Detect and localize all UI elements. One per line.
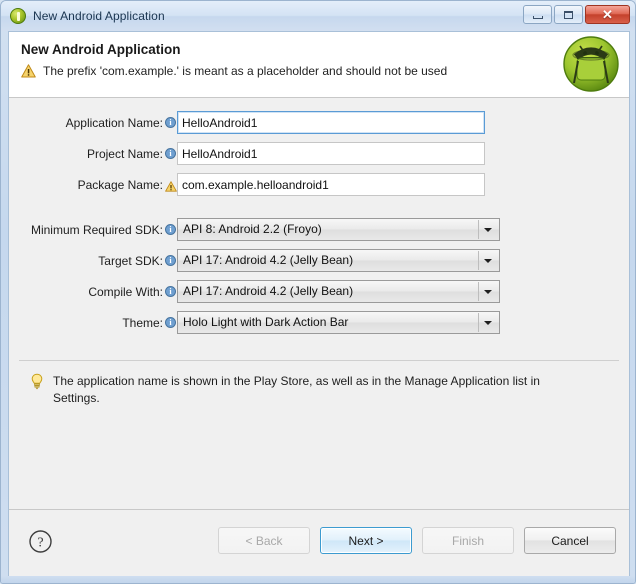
warning-triangle-icon [21,64,36,78]
hint-band: The application name is shown in the Pla… [9,361,629,407]
application-name-input[interactable] [177,111,485,134]
target-sdk-value: API 17: Android 4.2 (Jelly Bean) [183,253,354,267]
lightbulb-icon [30,373,44,390]
minimum-required-sdk-dropdown[interactable]: API 8: Android 2.2 (Froyo) [177,218,500,241]
button-bar: ? < Back Next > Finish Cancel [9,510,629,578]
project-name-input[interactable] [177,142,485,165]
dialog-body: New Android Application The prefix 'com.… [8,31,630,578]
label-package-name: Package Name: [77,177,163,192]
compile-with-dropdown[interactable]: API 17: Android 4.2 (Jelly Bean) [177,280,500,303]
close-button[interactable]: ✕ [585,5,630,24]
dialog-window: New Android Application ✕ New Android Ap… [0,0,636,584]
combo-divider [478,282,479,301]
info-badge-application-name[interactable]: i [164,117,177,128]
field-row-minimum-required-sdk: Minimum Required SDK: i API 8: Android 2… [9,218,629,241]
wizard-button-group: < Back Next > Finish Cancel [218,527,616,554]
minimize-button[interactable] [523,5,552,24]
label-compile-with: Compile With: [88,284,163,299]
field-row-application-name: Application Name: i [9,111,629,134]
combo-divider [478,313,479,332]
header-warning-message: The prefix 'com.example.' is meant as a … [43,64,448,78]
info-badge-project-name[interactable]: i [164,148,177,159]
info-icon: i [165,286,176,297]
maximize-icon [564,10,573,19]
svg-text:?: ? [37,536,43,551]
chevron-down-icon [484,289,492,294]
theme-dropdown[interactable]: Holo Light with Dark Action Bar [177,311,500,334]
chevron-down-icon [484,258,492,263]
info-icon: i [165,317,176,328]
field-row-package-name: Package Name: [9,173,629,196]
field-row-target-sdk: Target SDK: i API 17: Android 4.2 (Jelly… [9,249,629,272]
page-title: New Android Application [21,42,181,57]
close-icon: ✕ [602,7,613,22]
info-icon: i [165,255,176,266]
android-robot-logo [562,35,620,93]
help-button[interactable]: ? [28,529,53,554]
cancel-button[interactable]: Cancel [524,527,616,554]
header-message-row: The prefix 'com.example.' is meant as a … [21,63,617,79]
package-name-input[interactable] [177,173,485,196]
info-badge-theme[interactable]: i [164,317,177,328]
back-button[interactable]: < Back [218,527,310,554]
info-icon: i [165,224,176,235]
warning-badge-package-name[interactable] [164,179,177,192]
info-badge-minimum-required-sdk[interactable]: i [164,224,177,235]
window-frame-bottom [1,576,635,583]
warning-triangle-icon [164,179,177,192]
minimize-icon [532,15,543,19]
field-row-theme: Theme: i Holo Light with Dark Action Bar [9,311,629,334]
hint-text: The application name is shown in the Pla… [53,374,540,405]
chevron-down-icon [484,320,492,325]
combo-divider [478,251,479,270]
maximize-button[interactable] [554,5,583,24]
target-sdk-dropdown[interactable]: API 17: Android 4.2 (Jelly Bean) [177,249,500,272]
label-project-name: Project Name: [86,146,163,161]
wizard-header: New Android Application The prefix 'com.… [9,32,629,98]
compile-with-value: API 17: Android 4.2 (Jelly Bean) [183,284,354,298]
field-row-project-name: Project Name: i [9,142,629,165]
next-button[interactable]: Next > [320,527,412,554]
android-wizard-icon [10,8,26,24]
info-icon: i [165,117,176,128]
combo-divider [478,220,479,239]
theme-value: Holo Light with Dark Action Bar [183,315,349,329]
info-badge-target-sdk[interactable]: i [164,255,177,266]
label-minimum-required-sdk: Minimum Required SDK: [30,222,163,237]
finish-button[interactable]: Finish [422,527,514,554]
label-theme: Theme: [122,315,163,330]
info-badge-compile-with[interactable]: i [164,286,177,297]
label-target-sdk: Target SDK: [98,253,163,268]
title-bar: New Android Application ✕ [1,1,635,31]
window-title: New Android Application [33,9,165,23]
form-area: Application Name: i Project Name: i Pack… [9,98,629,360]
chevron-down-icon [484,227,492,232]
field-row-compile-with: Compile With: i API 17: Android 4.2 (Jel… [9,280,629,303]
minimum-required-sdk-value: API 8: Android 2.2 (Froyo) [183,222,322,236]
info-icon: i [165,148,176,159]
label-application-name: Application Name: [65,115,163,130]
window-controls: ✕ [523,5,630,24]
